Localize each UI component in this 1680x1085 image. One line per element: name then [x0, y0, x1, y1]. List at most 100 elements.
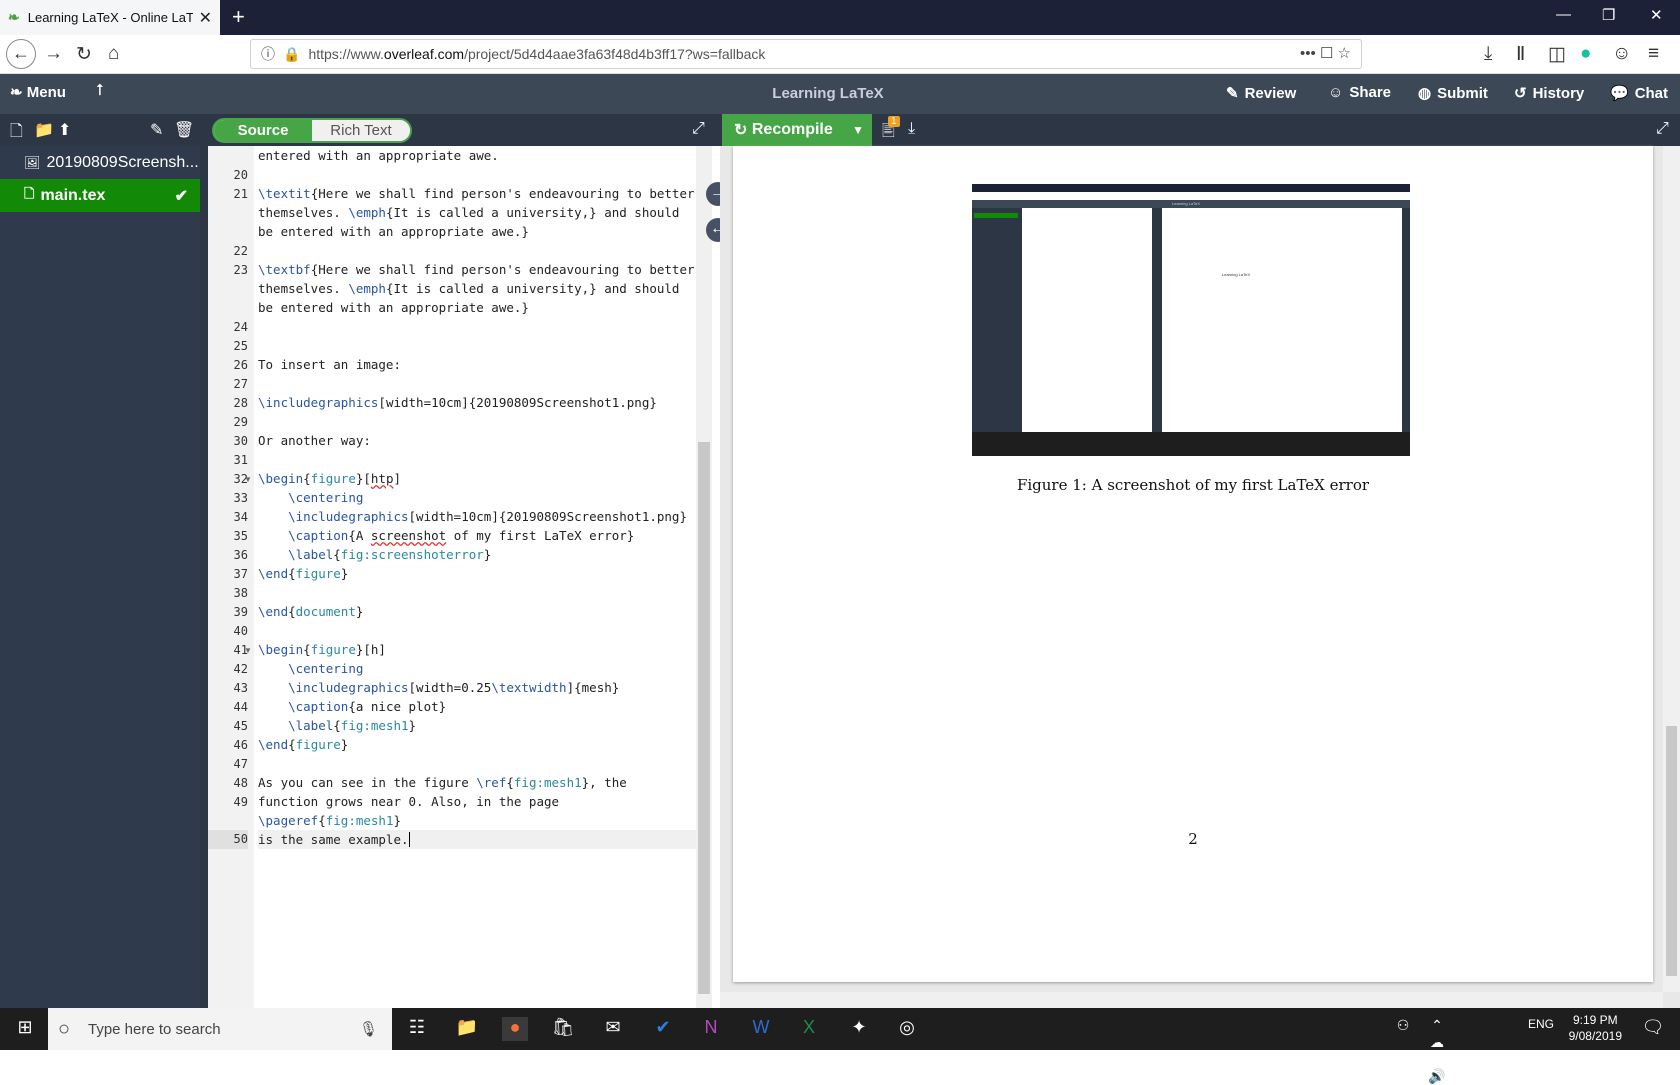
file-item-image[interactable]: 🖼 20190809Screensh... — [0, 146, 200, 179]
recompile-dropdown-icon[interactable]: ▼ — [852, 123, 864, 137]
onenote-icon[interactable]: N — [698, 1017, 724, 1041]
line-number: 49 — [233, 795, 248, 809]
new-tab-icon[interactable]: + — [232, 4, 245, 30]
code-line[interactable]: \label{fig:mesh1} — [258, 716, 696, 735]
pdf-scrollbar-thumb[interactable] — [1666, 726, 1677, 976]
expand-editor-icon[interactable]: ⤢ — [692, 120, 705, 138]
hamburger-menu-icon[interactable]: ≡ — [1648, 43, 1659, 65]
history-icon: ↺ — [1514, 85, 1527, 102]
code-line[interactable]: Or another way: — [258, 431, 696, 450]
code-line[interactable]: is the same example. — [258, 830, 696, 849]
project-title[interactable]: Learning LaTeX — [0, 85, 1656, 102]
fold-icon[interactable]: ▼ — [244, 475, 252, 484]
back-icon[interactable]: ← — [6, 39, 36, 69]
line-number: 21 — [233, 187, 248, 201]
chat-icon: 💬 — [1610, 85, 1629, 102]
close-window-icon[interactable]: ✕ — [1650, 6, 1663, 24]
file-item-main-tex[interactable]: 🗋 main.tex ✔ — [0, 179, 200, 212]
firefox-icon[interactable]: ● — [502, 1017, 528, 1041]
line-number: 33 — [233, 491, 248, 505]
code-line[interactable]: \textit{Here we shall find person's ende… — [258, 184, 696, 241]
code-editor[interactable]: 20 21 22 23 24 25 26 27 28 29 30 31 32 ▼ 33 34 35 36 37 38 3… — [208, 146, 696, 1008]
info-icon[interactable]: ⓘ — [261, 44, 275, 64]
browser-tab-strip: ❧ Learning LaTeX - Online LaTeX ✕ + — ❐ … — [0, 0, 1680, 35]
file-explorer-icon[interactable]: 📁 — [454, 1017, 480, 1041]
editor-mode-toggle[interactable]: Source Rich Text — [212, 118, 412, 143]
store-icon[interactable]: 🛍 — [550, 1017, 576, 1041]
language-indicator[interactable]: ENG — [1524, 1017, 1558, 1041]
code-line[interactable]: \centering — [258, 488, 696, 507]
fold-icon[interactable]: ▼ — [244, 646, 252, 655]
source-tab[interactable]: Source — [214, 120, 312, 141]
task-view-icon[interactable]: ☷ — [404, 1017, 430, 1041]
editor-scrollbar[interactable] — [696, 146, 712, 1008]
embedded-screenshot: Learning LaTeX Learning LaTeX — [972, 184, 1410, 456]
code-line[interactable]: \begin{figure}[h] — [258, 640, 696, 659]
code-line[interactable]: \begin{figure}[htp] — [258, 469, 696, 488]
minimize-icon[interactable]: — — [1556, 6, 1571, 23]
expand-pdf-icon[interactable]: ⤢ — [1656, 120, 1669, 138]
grammarly-icon[interactable]: ● — [1580, 43, 1591, 65]
code-line[interactable]: \centering — [258, 659, 696, 678]
url-prefix: https://www. — [308, 46, 384, 62]
download-pdf-icon[interactable]: ⤓ — [908, 120, 915, 138]
sidebar-icon[interactable]: ◫ — [1548, 43, 1566, 66]
taskbar-search[interactable]: ○ Type here to search 🎙 — [48, 1008, 392, 1050]
code-line[interactable]: \label{fig:screenshoterror} — [258, 545, 696, 564]
word-icon[interactable]: W — [748, 1017, 774, 1041]
todo-icon[interactable]: ✔ — [650, 1017, 676, 1041]
code-line[interactable]: \end{figure} — [258, 564, 696, 583]
home-icon[interactable]: ⌂ — [108, 43, 119, 65]
code-line[interactable]: \caption{a nice plot} — [258, 697, 696, 716]
review-button[interactable]: ✎ Review — [1226, 84, 1296, 102]
code-line[interactable]: \textbf{Here we shall find person's ende… — [258, 260, 696, 317]
code-line[interactable]: \end{figure} — [258, 735, 696, 754]
code-line[interactable]: function grows near 0. Also, in the page… — [258, 792, 696, 830]
close-tab-icon[interactable]: ✕ — [199, 8, 212, 28]
sidebar-splitter[interactable] — [200, 146, 208, 1008]
editor-scrollbar-thumb[interactable] — [698, 442, 710, 994]
mail-icon[interactable]: ✉ — [600, 1017, 626, 1041]
page-actions[interactable]: ••• ☐ ☆ — [1300, 44, 1351, 62]
forward-icon[interactable]: → — [44, 43, 63, 65]
address-bar[interactable]: ⓘ 🔒 https://www. overleaf.com/project/5d4… — [250, 39, 1362, 69]
rename-icon[interactable]: ✎ — [150, 120, 163, 140]
code-line[interactable]: \caption{A screenshot of my first LaTeX … — [258, 526, 696, 545]
chat-button[interactable]: 💬 Chat — [1610, 84, 1668, 102]
line-gutter: 20 21 22 23 24 25 26 27 28 29 30 31 32 ▼ 33 34 35 36 37 38 3… — [208, 146, 254, 1008]
maximize-icon[interactable]: ❐ — [1602, 6, 1615, 24]
microphone-icon[interactable]: 🎙 — [359, 1020, 378, 1038]
recompile-button[interactable]: ↻ Recompile ▼ — [722, 114, 872, 146]
app-icon[interactable]: ✦ — [846, 1017, 872, 1041]
browser-tab[interactable]: ❧ Learning LaTeX - Online LaTeX ✕ — [0, 0, 220, 35]
history-button[interactable]: ↺ History — [1514, 84, 1584, 102]
excel-icon[interactable]: X — [796, 1017, 822, 1041]
people-icon[interactable]: ⚇ — [1390, 1017, 1416, 1041]
downloads-icon[interactable]: ⤓ — [1484, 43, 1492, 65]
delete-icon[interactable]: 🗑 — [174, 120, 194, 140]
share-button[interactable]: ☺ Share — [1328, 84, 1391, 101]
pdf-horizontal-scrollbar[interactable] — [720, 992, 1663, 1008]
system-tray-icons[interactable]: ⌃ ☁ ▭ 🔊 — [1424, 1017, 1450, 1084]
upload-icon[interactable]: ⬆ — [58, 120, 71, 140]
code-line[interactable]: \includegraphics[width=0.25\textwidth]{m… — [258, 678, 696, 697]
code-line[interactable]: \includegraphics[width=10cm]{20190809Scr… — [258, 393, 696, 412]
new-folder-icon[interactable]: 📁 — [34, 120, 54, 140]
pdf-scrollbar[interactable] — [1663, 146, 1680, 992]
code-line[interactable]: As you can see in the figure \ref{fig:me… — [258, 773, 696, 792]
code-line[interactable]: entered with an appropriate awe. — [258, 146, 696, 165]
new-file-icon[interactable]: 🗋 — [10, 120, 23, 147]
windows-start-icon[interactable]: ⊞ — [12, 1017, 38, 1041]
page-number: 2 — [1188, 830, 1198, 848]
code-line[interactable]: \includegraphics[width=10cm]{20190809Scr… — [258, 507, 696, 526]
code-line[interactable]: To insert an image: — [258, 355, 696, 374]
target-app-icon[interactable]: ◎ — [894, 1017, 920, 1041]
reload-icon[interactable]: ↻ — [76, 43, 92, 66]
account-icon[interactable]: ☺ — [1612, 43, 1631, 65]
submit-button[interactable]: ◍ Submit — [1418, 84, 1488, 102]
library-icon[interactable]: Ⅱ — [1516, 43, 1525, 66]
clock[interactable]: 9:19 PM 9/08/2019 — [1569, 1012, 1622, 1044]
code-line[interactable]: \end{document} — [258, 602, 696, 621]
rich-text-tab[interactable]: Rich Text — [312, 120, 410, 141]
notifications-icon[interactable]: 🗨 — [1640, 1017, 1666, 1041]
